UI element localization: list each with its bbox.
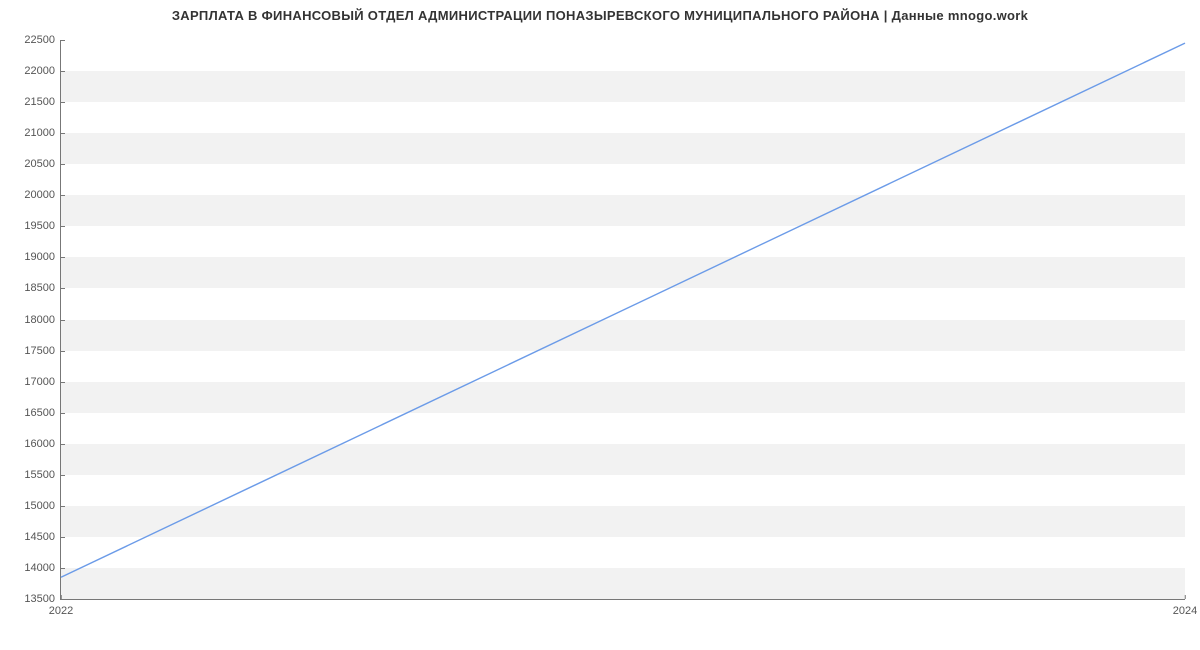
y-tick-label: 18500 [24,282,61,294]
line-layer [61,40,1185,599]
chart-container: ЗАРПЛАТА В ФИНАНСОВЫЙ ОТДЕЛ АДМИНИСТРАЦИ… [0,0,1200,650]
y-tick-label: 19500 [24,220,61,232]
y-tick-label: 15500 [24,469,61,481]
y-tick-label: 17000 [24,376,61,388]
y-tick-label: 16500 [24,407,61,419]
y-tick-label: 20500 [24,158,61,170]
y-tick-label: 18000 [24,314,61,326]
y-tick-label: 14000 [24,562,61,574]
y-tick-label: 20000 [24,189,61,201]
y-tick-label: 15000 [24,500,61,512]
y-tick-label: 22000 [24,65,61,77]
plot-area: 1350014000145001500015500160001650017000… [60,40,1185,600]
y-tick-label: 16000 [24,438,61,450]
y-tick-label: 17500 [24,345,61,357]
x-tick-label: 2022 [49,599,73,617]
x-tick-label: 2024 [1173,599,1197,617]
y-tick-label: 22500 [24,34,61,46]
y-tick-label: 14500 [24,531,61,543]
chart-title: ЗАРПЛАТА В ФИНАНСОВЫЙ ОТДЕЛ АДМИНИСТРАЦИ… [0,8,1200,23]
y-tick-label: 21000 [24,127,61,139]
y-tick-label: 21500 [24,96,61,108]
y-tick-label: 19000 [24,251,61,263]
series-line [61,43,1185,577]
